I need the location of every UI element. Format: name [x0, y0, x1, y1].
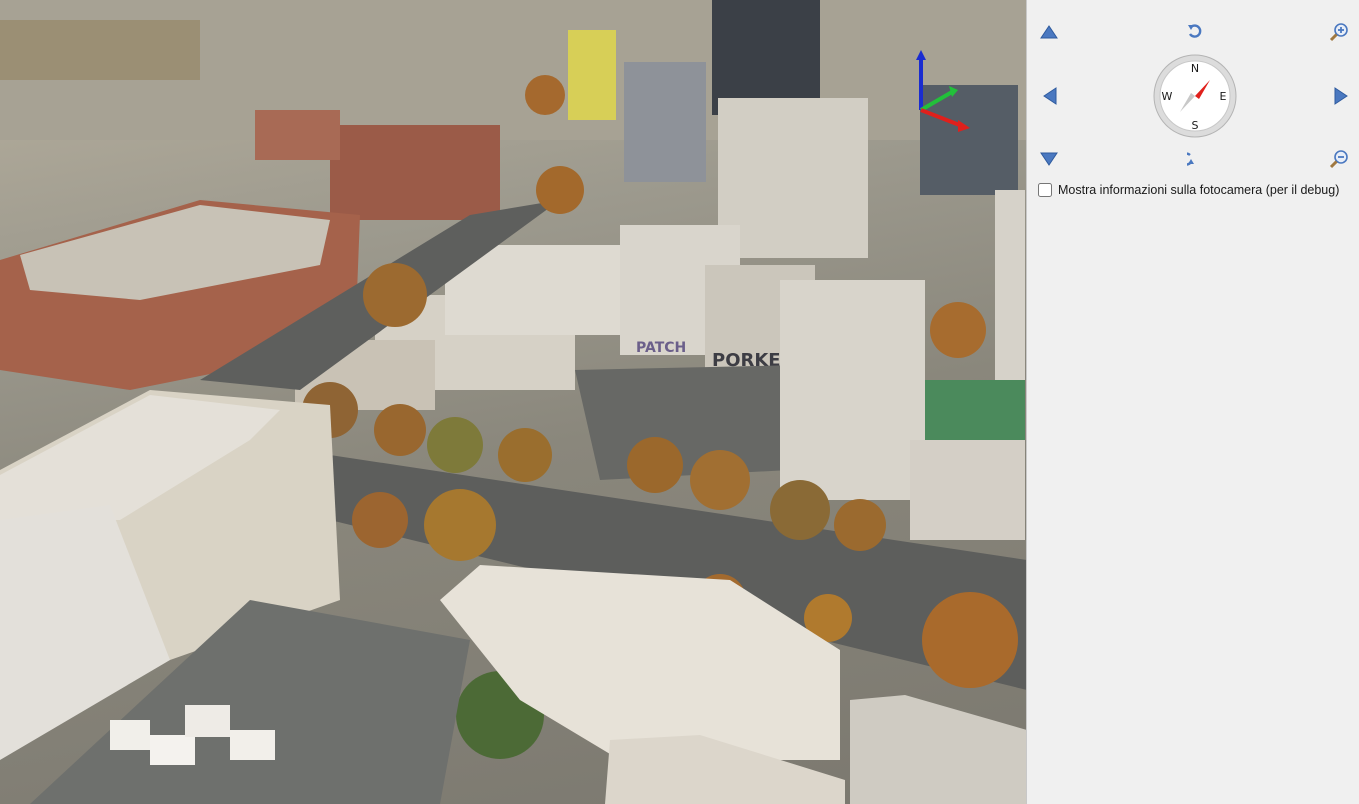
camera-debug-option[interactable]: Mostra informazioni sulla fotocamera (pe…: [1038, 183, 1339, 197]
dark-tower: [712, 0, 820, 115]
3d-scene: PATCH PORKE: [0, 0, 1026, 804]
compass-widget[interactable]: N S E W: [1152, 53, 1238, 139]
3d-map-canvas[interactable]: PATCH PORKE: [0, 0, 1027, 804]
tree: [770, 480, 830, 540]
compass-north-label: N: [1191, 62, 1199, 75]
tree: [627, 437, 683, 493]
zoom-out-button[interactable]: [1328, 148, 1350, 170]
compass-icon: N S E W: [1153, 54, 1237, 138]
rotate-cw-icon: [1187, 152, 1194, 166]
tree: [424, 489, 496, 561]
rooftop-unit: [150, 735, 195, 765]
zoom-in-icon: [1329, 23, 1348, 42]
tree: [363, 263, 427, 327]
triangle-right-icon: [1334, 87, 1348, 105]
brick-building-small: [255, 110, 340, 160]
yellow-building: [568, 30, 616, 120]
triangle-down-icon: [1040, 152, 1058, 166]
terrace-row: [780, 280, 925, 500]
tree: [498, 428, 552, 482]
tree: [690, 450, 750, 510]
camera-debug-label: Mostra informazioni sulla fotocamera (pe…: [1058, 183, 1340, 197]
tree: [352, 492, 408, 548]
tree: [834, 499, 886, 551]
tree: [922, 592, 1018, 688]
right-edge-building: [995, 190, 1025, 380]
tree: [536, 166, 584, 214]
rotate-ccw-button[interactable]: [1184, 21, 1206, 41]
tree: [427, 417, 483, 473]
brick-building-mid: [330, 125, 500, 220]
pan-right-button[interactable]: [1331, 85, 1351, 107]
qgis-3d-view-window: PATCH PORKE N S E W Mostra informazioni …: [0, 0, 1359, 804]
tree: [525, 75, 565, 115]
white-apartment-tower: [718, 98, 868, 258]
zoom-out-icon: [1329, 150, 1348, 169]
tree: [930, 302, 986, 358]
tennis-court: [925, 380, 1025, 450]
rotate-ccw-icon: [1188, 24, 1202, 38]
rooftop-unit: [110, 720, 150, 750]
rooftop-unit: [230, 730, 275, 760]
navigation-panel: N S E W Mostra informazioni sulla fotoca…: [1028, 0, 1359, 804]
compass-west-label: W: [1162, 90, 1173, 103]
triangle-up-icon: [1040, 25, 1058, 39]
rail-yard: [0, 20, 200, 80]
grey-tower: [624, 62, 706, 182]
compass-east-label: E: [1220, 90, 1227, 103]
triangle-left-icon: [1043, 87, 1057, 105]
right-building: [910, 440, 1025, 540]
graffiti-text-1: PATCH: [636, 340, 686, 356]
rotate-cw-button[interactable]: [1184, 148, 1206, 168]
zoom-in-button[interactable]: [1328, 21, 1350, 43]
parking-lot: [575, 365, 800, 480]
camera-debug-checkbox[interactable]: [1038, 183, 1052, 197]
foreground-building-right: [850, 695, 1026, 804]
tilt-up-button[interactable]: [1038, 22, 1060, 42]
rooftop-unit: [185, 705, 230, 737]
pan-left-button[interactable]: [1040, 85, 1060, 107]
tree: [374, 404, 426, 456]
compass-south-label: S: [1192, 119, 1199, 132]
tilt-down-button[interactable]: [1038, 149, 1060, 169]
